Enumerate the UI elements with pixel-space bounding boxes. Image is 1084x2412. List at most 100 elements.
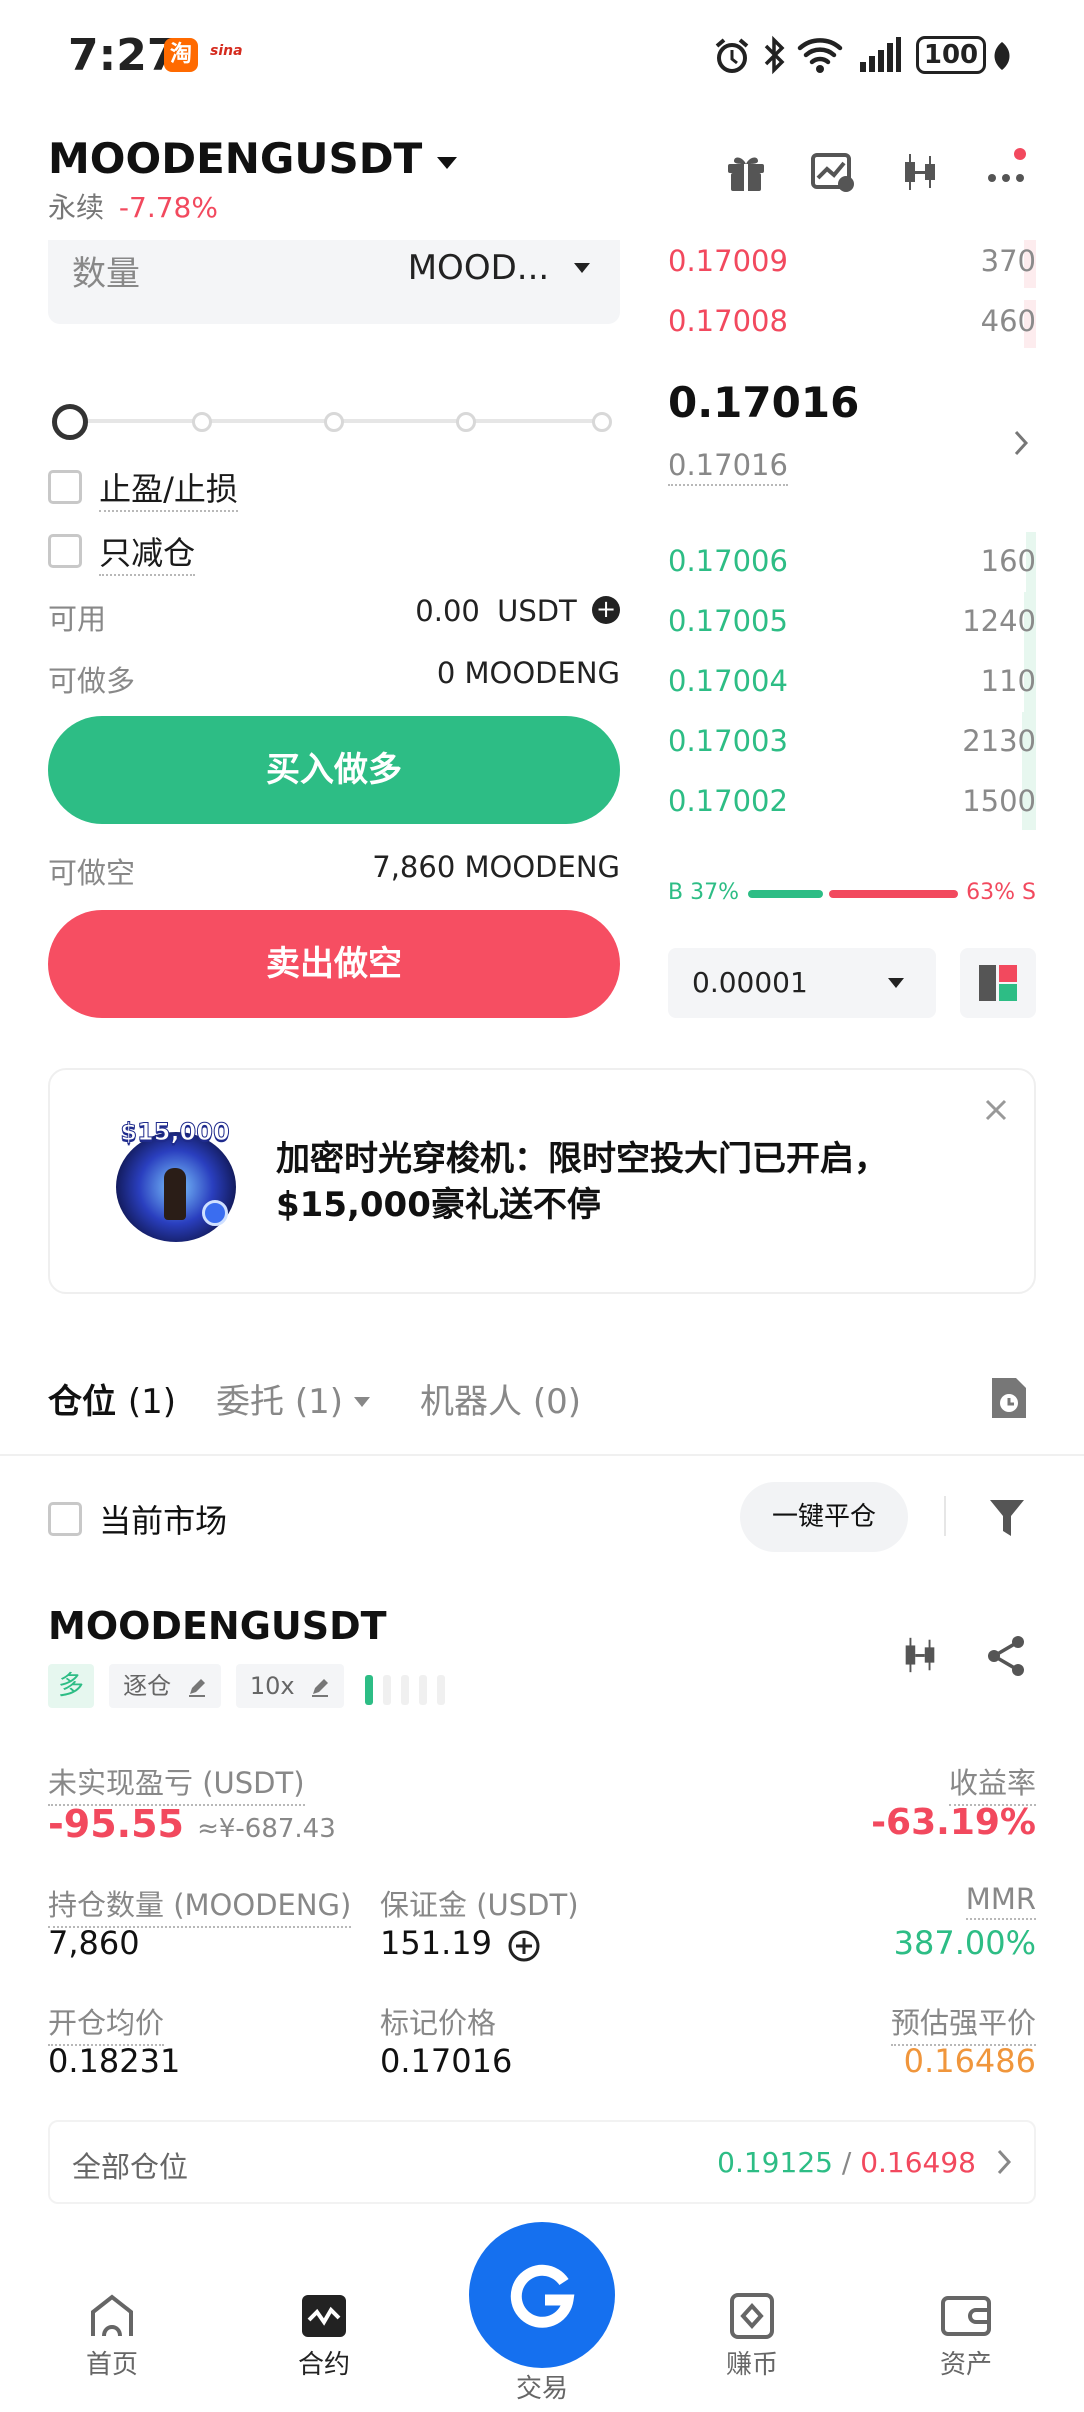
- bid-price: 0.17002: [668, 784, 788, 818]
- bid-row[interactable]: 0.17003 2130: [668, 712, 1036, 774]
- nav-home[interactable]: 首页: [62, 2292, 162, 2381]
- reduce-only-checkbox[interactable]: 只减仓: [48, 528, 196, 576]
- close-all-button[interactable]: 一键平仓: [740, 1482, 908, 1552]
- tab-orders[interactable]: 委托 (1): [216, 1374, 370, 1423]
- leverage-badge[interactable]: 10x: [235, 1664, 345, 1708]
- share-icon[interactable]: [984, 1634, 1028, 1678]
- slider-step-100[interactable]: [592, 412, 612, 432]
- slider-thumb[interactable]: [52, 404, 88, 440]
- unit-selector[interactable]: MOOD...: [408, 248, 590, 288]
- tp-sl-checkbox[interactable]: 止盈/止损: [48, 464, 238, 512]
- promo-banner[interactable]: $15,000 加密时光穿梭机：限时空投大门已开启， $15,000豪礼送不停: [48, 1068, 1036, 1294]
- bid-row[interactable]: 0.17004 110: [668, 652, 1036, 714]
- unit-label: MOOD...: [407, 248, 550, 288]
- add-margin-icon[interactable]: [507, 1929, 541, 1963]
- bid-qty: 160: [980, 544, 1036, 578]
- tp-sl-checkbox-box[interactable]: [48, 470, 82, 504]
- bottom-nav: 首页 合约 交易 赚币 资产: [0, 2222, 1084, 2412]
- quantity-input[interactable]: 数量 MOOD...: [48, 240, 620, 324]
- tp-price: 0.19125: [717, 2146, 833, 2179]
- gift-icon[interactable]: [724, 150, 768, 194]
- trade-button[interactable]: [469, 2222, 615, 2368]
- quantity-slider[interactable]: [52, 400, 616, 444]
- bid-row[interactable]: 0.17005 1240: [668, 592, 1036, 654]
- reduce-only-checkbox-box[interactable]: [48, 534, 82, 568]
- buy-ratio-text: B 37%: [668, 880, 739, 905]
- candlestick-icon[interactable]: [900, 150, 940, 194]
- side-badge: 多: [48, 1664, 95, 1708]
- mmr-label: MMR: [965, 1882, 1036, 1920]
- nav-trade-label: 交易: [515, 2374, 568, 2404]
- buy-sell-ratio: B 37% 63% S: [668, 878, 1036, 908]
- leverage-label: 10x: [249, 1672, 295, 1700]
- taobao-icon: 淘: [164, 38, 198, 72]
- filter-divider: [944, 1496, 946, 1536]
- margin-label: 保证金 (USDT): [380, 1888, 579, 1922]
- slider-step-50[interactable]: [324, 412, 344, 432]
- tab-positions-label: 仓位: [48, 1382, 116, 1422]
- sina-icon-label: sina: [210, 43, 243, 59]
- nav-futures[interactable]: 合约: [274, 2292, 374, 2381]
- position-symbol[interactable]: MOODENGUSDT: [48, 1604, 387, 1648]
- current-market-checkbox-box[interactable]: [48, 1502, 82, 1536]
- can-short-label: 可做空: [48, 856, 136, 890]
- quantity-label: 数量: [72, 254, 140, 294]
- chevron-right-icon[interactable]: [1012, 428, 1030, 458]
- all-positions-row[interactable]: 全部仓位 0.19125 / 0.16498: [48, 2120, 1036, 2204]
- slider-step-25[interactable]: [192, 412, 212, 432]
- precision-selector[interactable]: 0.00001: [668, 948, 936, 1018]
- earn-icon: [730, 2293, 774, 2339]
- filter-icon[interactable]: [988, 1496, 1026, 1540]
- buy-ratio-bar: [748, 890, 823, 898]
- bid-row[interactable]: 0.17006 160: [668, 532, 1036, 592]
- ask-row[interactable]: 0.17008 460: [668, 296, 1036, 350]
- tab-bots[interactable]: 机器人 (0): [420, 1374, 581, 1423]
- ask-price: 0.17008: [668, 304, 788, 338]
- sell-ratio-text: 63% S: [966, 880, 1036, 905]
- tab-positions[interactable]: 仓位 (1): [48, 1374, 176, 1423]
- bid-price: 0.17003: [668, 724, 788, 758]
- available-row: 0.00 USDT +: [415, 594, 620, 628]
- can-long-label: 可做多: [48, 664, 136, 698]
- book-layout-icon[interactable]: [960, 948, 1036, 1018]
- position-chart-icon[interactable]: [900, 1634, 940, 1676]
- position-tags: 多 逐仓 10x: [48, 1664, 451, 1708]
- current-market-checkbox[interactable]: 当前市场: [48, 1496, 227, 1540]
- roe-label: 收益率: [948, 1760, 1036, 1806]
- buy-long-button[interactable]: 买入做多: [48, 716, 620, 824]
- caret-down-icon: [574, 263, 590, 273]
- nav-trade[interactable]: 交易: [468, 2222, 616, 2405]
- sell-ratio-label: S: [1022, 880, 1036, 905]
- symbol-selector[interactable]: MOODENGUSDT: [48, 134, 458, 186]
- bid-row[interactable]: 0.17002 1500: [668, 772, 1036, 830]
- transfer-plus-icon[interactable]: +: [592, 596, 620, 624]
- mark-price-label: 标记价格: [380, 2006, 497, 2040]
- entry-price-value: 0.18231: [48, 2042, 181, 2080]
- unrealized-pnl-cny: ≈¥-687.43: [197, 1814, 336, 1844]
- close-icon[interactable]: [984, 1098, 1008, 1122]
- more-menu-icon[interactable]: [984, 148, 1032, 192]
- slider-step-75[interactable]: [456, 412, 476, 432]
- nav-home-label: 首页: [85, 2350, 138, 2380]
- nav-assets[interactable]: 资产: [916, 2292, 1016, 2381]
- history-icon[interactable]: [988, 1376, 1028, 1420]
- precision-value: 0.00001: [692, 966, 808, 999]
- tp-sl-separator: /: [841, 2146, 852, 2179]
- chevron-right-icon: [996, 2148, 1012, 2176]
- tp-sl-prices: 0.19125 / 0.16498: [717, 2146, 976, 2179]
- liq-price-value: 0.16486: [903, 2042, 1036, 2080]
- bid-price: 0.17005: [668, 604, 788, 638]
- ask-row[interactable]: 0.17009 370: [668, 236, 1036, 290]
- chart-settings-icon[interactable]: [810, 150, 856, 194]
- margin-mode-badge[interactable]: 逐仓: [109, 1664, 221, 1708]
- last-price: 0.17016: [668, 378, 860, 427]
- alarm-icon: [712, 36, 752, 76]
- home-icon: [91, 2294, 133, 2337]
- bid-price: 0.17006: [668, 544, 788, 578]
- bid-qty: 110: [980, 664, 1036, 698]
- nav-earn[interactable]: 赚币: [702, 2292, 802, 2381]
- close-all-label: 一键平仓: [771, 1502, 876, 1532]
- position-size-value: 7,860: [48, 1924, 140, 1962]
- ask-qty: 460: [980, 304, 1036, 338]
- sell-short-button[interactable]: 卖出做空: [48, 910, 620, 1018]
